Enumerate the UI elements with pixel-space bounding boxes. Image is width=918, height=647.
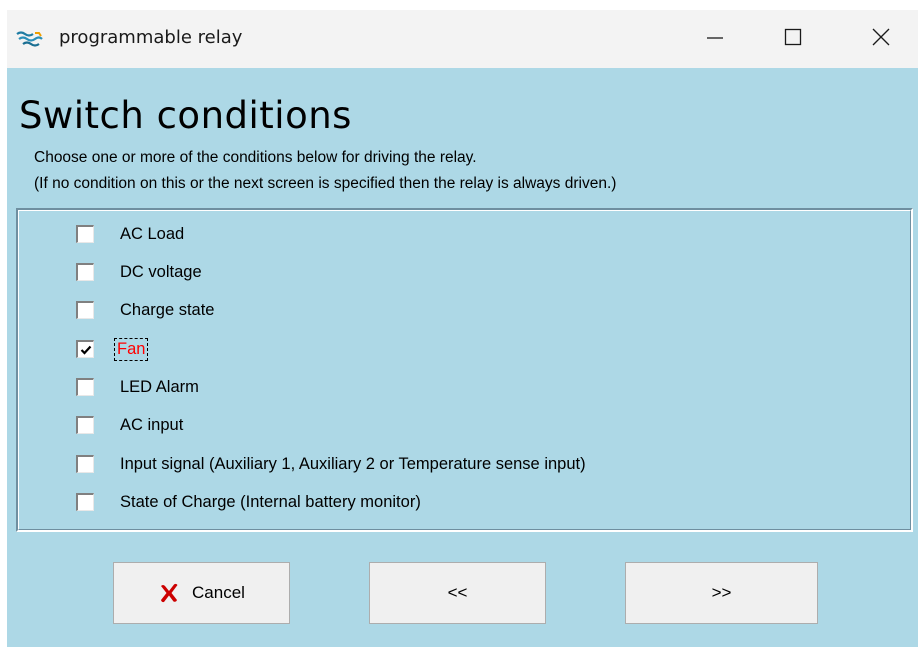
back-button[interactable]: << [369,562,546,624]
conditions-panel-inner [18,210,911,530]
dialog-window: programmable relay Switch conditions Cho… [7,10,918,647]
description-line-1: Choose one or more of the conditions bel… [34,149,477,166]
minimize-button[interactable] [687,10,743,68]
condition-state-of-charge[interactable]: State of Charge (Internal battery monito… [76,489,421,515]
condition-ac-input[interactable]: AC input [76,412,183,438]
checkmark-icon [80,344,92,356]
condition-label-focused: Fan [113,337,149,361]
checkbox[interactable] [76,416,94,434]
checkbox[interactable] [76,225,94,243]
maximize-button[interactable] [765,10,821,68]
condition-dc-voltage[interactable]: DC voltage [76,259,202,285]
condition-led-alarm[interactable]: LED Alarm [76,374,199,400]
condition-ac-load[interactable]: AC Load [76,221,184,247]
condition-label: AC Load [120,224,185,243]
window-title: programmable relay [59,27,243,48]
app-icon [15,30,45,50]
title-bar[interactable]: programmable relay [7,10,918,68]
condition-input-signal[interactable]: Input signal (Auxiliary 1, Auxiliary 2 o… [76,451,586,477]
condition-label: LED Alarm [120,377,199,396]
checkbox[interactable] [76,301,94,319]
checkbox-checked[interactable] [76,340,94,358]
condition-charge-state[interactable]: Charge state [76,297,214,323]
condition-label: Charge state [120,300,215,319]
condition-label: AC input [120,415,184,434]
checkbox[interactable] [76,378,94,396]
next-button[interactable]: >> [625,562,818,624]
checkbox[interactable] [76,263,94,281]
red-x-icon [158,582,180,604]
checkbox[interactable] [76,493,94,511]
condition-label: DC voltage [120,262,202,281]
close-button[interactable] [853,10,909,68]
maximize-icon [783,27,803,52]
condition-fan[interactable]: Fan [76,336,149,362]
condition-label: State of Charge (Internal battery monito… [120,492,421,511]
minimize-icon [705,27,725,52]
next-button-label: >> [711,583,732,602]
cancel-button[interactable]: Cancel [113,562,290,624]
back-button-label: << [447,583,468,602]
condition-label: Input signal (Auxiliary 1, Auxiliary 2 o… [120,454,586,473]
description-line-2: (If no condition on this or the next scr… [34,175,617,192]
checkbox[interactable] [76,455,94,473]
close-icon [871,27,891,52]
page-heading: Switch conditions [19,94,352,137]
conditions-panel: AC Load DC voltage Charge state Fan LED … [16,208,913,532]
cancel-button-label: Cancel [192,583,245,602]
